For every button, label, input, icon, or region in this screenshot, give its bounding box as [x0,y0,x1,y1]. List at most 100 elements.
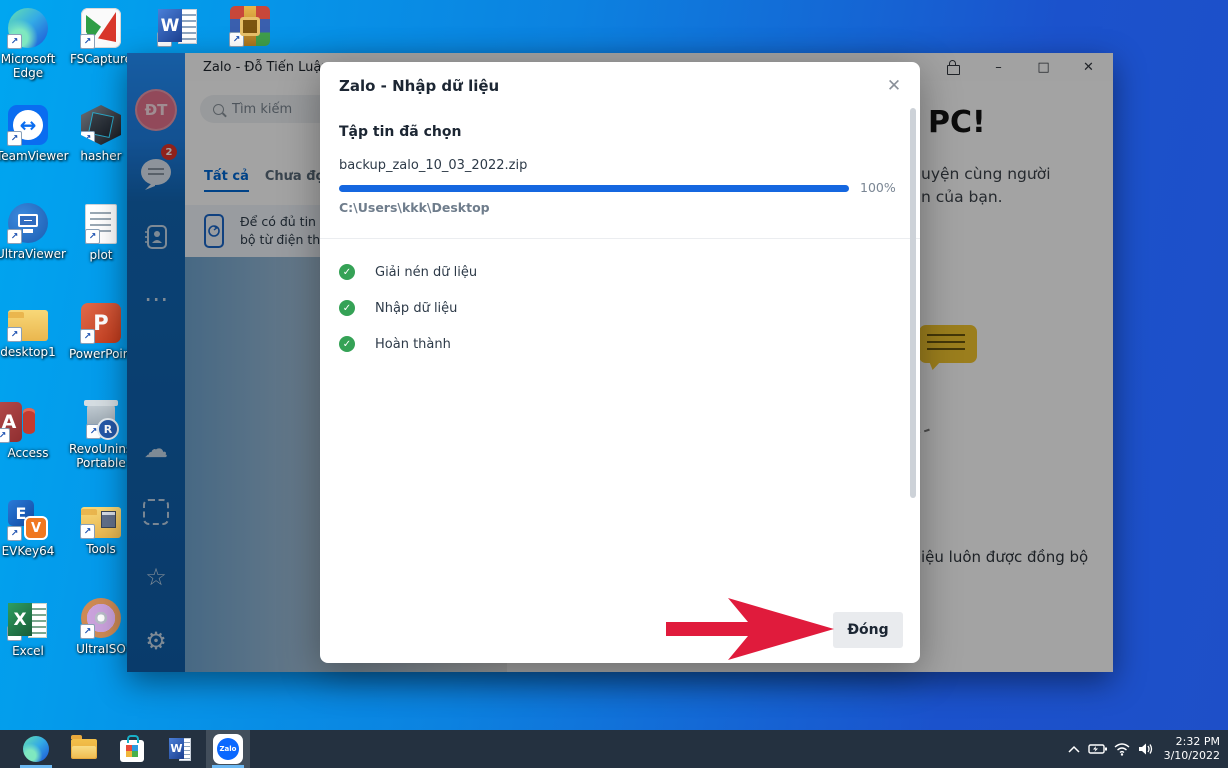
modal-close-icon[interactable]: ✕ [882,74,906,98]
desktop-icon-desktop1[interactable]: desktop1 [0,303,60,360]
app-icon [158,6,198,46]
shortcut-arrow-icon [7,131,22,146]
desktop-icon-ultraiso[interactable]: UltraISO [69,598,133,657]
file-name: backup_zalo_10_03_2022.zip [339,158,527,173]
close-dialog-button[interactable]: Đóng [833,612,903,648]
shortcut-arrow-icon [0,428,10,443]
shortcut-arrow-icon [229,32,244,47]
desktop-icon-access[interactable]: Access [0,402,60,461]
app-icon [8,8,48,48]
modal-title: Zalo - Nhập dữ liệu [339,77,499,95]
clock-date: 3/10/2022 [1162,749,1220,763]
shortcut-arrow-icon [80,524,95,539]
desktop-icon-label: UltraISO [69,643,133,657]
edge-icon [23,736,49,762]
step-label: Nhập dữ liệu [375,301,457,316]
divider [320,238,920,239]
desktop-icon-label: EVKey64 [0,545,60,559]
app-icon [230,6,270,46]
app-icon [8,310,48,341]
app-icon [81,8,121,48]
desktop-icon-label: Access [0,447,60,461]
desktop-icon-winrar[interactable] [218,6,282,51]
shortcut-arrow-icon [85,229,100,244]
battery-icon[interactable] [1086,730,1110,768]
taskbar-zalo-button[interactable]: Zalo [206,730,250,768]
progress-percent: 100% [860,180,896,195]
shortcut-arrow-icon [80,624,95,639]
shortcut-arrow-icon [80,34,95,49]
step-label: Hoàn thành [375,337,451,352]
desktop-icon-evkey64[interactable]: EVKey64 [0,500,60,559]
desktop-icon-label: desktop1 [0,346,60,360]
desktop-icon-fscapture[interactable]: FSCapture [69,8,133,67]
desktop-icon-tools[interactable]: Tools [69,500,133,557]
modal-scrollbar[interactable] [910,108,916,498]
progress-bar [339,185,849,192]
selected-file-heading: Tập tin đã chọn [339,124,461,140]
shortcut-arrow-icon [80,329,95,344]
desktop-icon-label: hasher [69,150,133,164]
speaker-icon[interactable] [1134,730,1158,768]
check-circle-icon [339,300,355,316]
shortcut-arrow-icon [86,424,101,439]
app-icon [8,500,48,540]
desktop-icon-revouninstaller[interactable]: RevoUninsta Portable [69,400,133,471]
shortcut-arrow-icon [7,229,22,244]
system-tray: 2:32 PM 3/10/2022 [1062,730,1228,768]
check-circle-icon [339,264,355,280]
desktop-icon-powerpoint[interactable]: PowerPoint [69,303,133,362]
desktop-icon-label: PowerPoint [69,348,133,362]
app-icon [8,203,48,243]
shortcut-arrow-icon [7,327,22,342]
import-step: Giải nén dữ liệu [339,254,890,290]
microsoft-store-icon [120,740,144,762]
import-step: Hoàn thành [339,326,890,362]
taskbar-explorer-button[interactable] [62,730,106,768]
desktop-icon-label: plot [69,249,133,263]
check-circle-icon [339,336,355,352]
taskbar-edge-button[interactable] [14,730,58,768]
step-label: Giải nén dữ liệu [375,265,477,280]
import-step: Nhập dữ liệu [339,290,890,326]
progress-bar-fill [339,185,849,192]
app-icon [81,303,121,343]
app-icon [81,105,121,145]
app-icon [81,507,121,538]
app-icon [8,600,48,640]
desktop-icon-plot[interactable]: plot [69,203,133,263]
desktop-icon-label: Microsoft Edge [0,53,60,81]
shortcut-arrow-icon [157,32,172,47]
desktop-icon-label: RevoUninsta Portable [69,443,133,471]
desktop-icon-label: FSCapture [69,53,133,67]
shortcut-arrow-icon [7,34,22,49]
desktop-icon-microsoft-edge[interactable]: Microsoft Edge [0,8,60,81]
file-path: C:\Users\kkk\Desktop [339,200,490,215]
app-icon [87,404,115,438]
desktop-icon-ultraviewer[interactable]: UltraViewer [0,203,60,262]
wifi-icon[interactable] [1110,730,1134,768]
taskbar-store-button[interactable] [110,730,154,768]
desktop-icon-excel[interactable]: Excel [0,600,60,659]
desktop-icon-label: UltraViewer [0,248,60,262]
taskbar: Zalo [0,730,1228,768]
clock-time: 2:32 PM [1162,735,1220,749]
desktop-icon-label: Excel [0,645,60,659]
desktop-icon-word[interactable] [146,6,210,51]
app-icon [85,204,117,244]
red-annotation-arrow [658,596,836,662]
zalo-icon: Zalo [213,734,243,764]
import-steps: Giải nén dữ liệu Nhập dữ liệu Hoàn thành [339,254,890,362]
shortcut-arrow-icon [80,131,95,146]
taskbar-clock[interactable]: 2:32 PM 3/10/2022 [1162,735,1220,764]
shortcut-arrow-icon [7,626,22,641]
taskbar-word-button[interactable] [158,730,202,768]
app-icon [81,598,121,638]
desktop-icon-teamviewer[interactable]: TeamViewer [0,105,60,164]
desktop-icon-hasher[interactable]: hasher [69,105,133,164]
tray-chevron-up-icon[interactable] [1062,730,1086,768]
word-icon [169,736,191,762]
app-icon [0,402,22,442]
file-explorer-icon [71,739,97,759]
desktop-icon-label: Tools [69,543,133,557]
